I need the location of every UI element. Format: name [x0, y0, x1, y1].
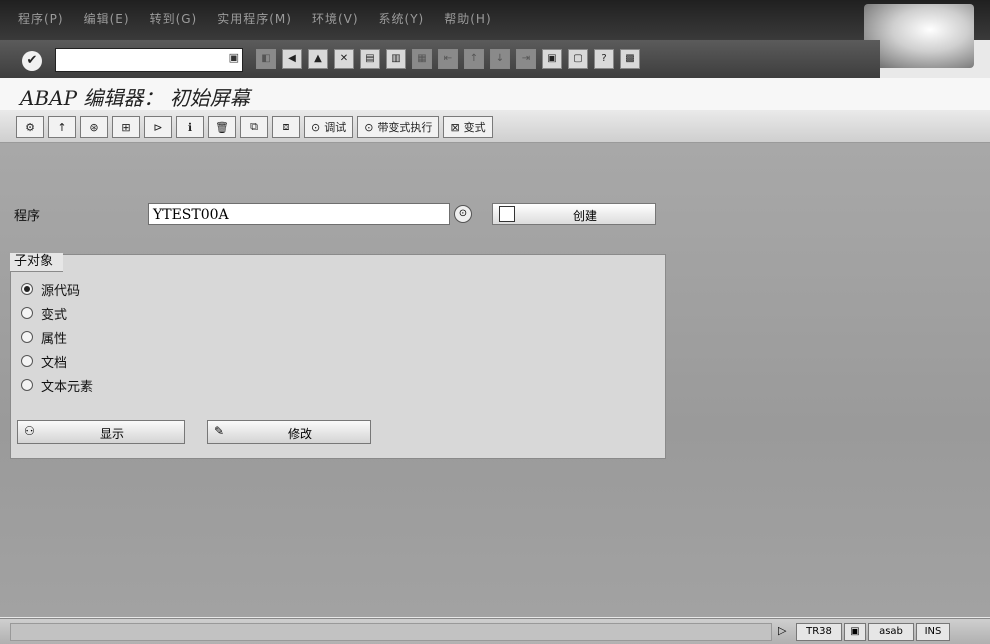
menu-help[interactable]: 帮助(H)	[444, 10, 491, 27]
menu-bar: 程序(P) 编辑(E) 转到(G) 实用程序(M) 环境(V) 系统(Y) 帮助…	[0, 0, 990, 68]
save-icon[interactable]: ◧	[256, 49, 276, 69]
cancel-icon[interactable]: ✕	[334, 49, 354, 69]
enter-check-icon[interactable]: ✔	[22, 51, 42, 71]
radio-label: 源代码	[41, 283, 81, 299]
glasses-icon: ⚇	[24, 424, 35, 438]
check-syntax-icon[interactable]: ⊛	[80, 116, 108, 138]
subobject-radio-list: 源代码 变式 属性 文档 文本元素	[21, 277, 93, 397]
subobjects-group: 子对象 源代码 变式 属性 文档 文本元素 ⚇ 显示 ✎ 修改	[10, 253, 666, 459]
up-icon[interactable]: ↑	[48, 116, 76, 138]
prev-page-icon[interactable]: ↑	[464, 49, 484, 69]
layout-icon[interactable]: ▩	[620, 49, 640, 69]
variant-icon: ⊠	[450, 120, 460, 134]
menu-program[interactable]: 程序(P)	[18, 10, 64, 27]
display-label: 显示	[100, 427, 125, 441]
page-title: ABAP 编辑器： 初始屏幕	[20, 86, 250, 110]
system-info-icon[interactable]: ▣	[844, 623, 866, 641]
system-id: TR38	[796, 623, 842, 641]
radio-variants[interactable]: 变式	[21, 301, 93, 325]
find-next-icon[interactable]: ▦	[412, 49, 432, 69]
info-icon[interactable]: ℹ	[176, 116, 204, 138]
title-bar: ABAP 编辑器： 初始屏幕	[0, 78, 990, 110]
radio-label: 属性	[41, 331, 68, 347]
first-page-icon[interactable]: ⇤	[438, 49, 458, 69]
radio-button[interactable]	[21, 379, 33, 391]
menu-environment[interactable]: 环境(V)	[312, 10, 359, 27]
pencil-icon: ✎	[214, 424, 225, 438]
execute-with-variant-button[interactable]: ⊙ 带变式执行	[357, 116, 440, 138]
menu-edit[interactable]: 编辑(E)	[84, 10, 130, 27]
delete-icon[interactable]: 🗑	[208, 116, 236, 138]
variant-label: 变式	[463, 121, 486, 134]
client-server: asab	[868, 623, 914, 641]
find-icon[interactable]: ▥	[386, 49, 406, 69]
execute-with-variant-label: 带变式执行	[377, 121, 433, 134]
menu: 程序(P) 编辑(E) 转到(G) 实用程序(M) 环境(V) 系统(Y) 帮助…	[18, 10, 492, 27]
debug-icon: ⊙	[311, 120, 321, 134]
create-label: 创建	[573, 209, 598, 223]
sap-logo-icon	[864, 4, 974, 68]
activate-icon[interactable]: ⊳	[144, 116, 172, 138]
subobjects-title: 子对象	[10, 253, 64, 272]
radio-label: 文本元素	[41, 379, 94, 395]
radio-attributes[interactable]: 属性	[21, 325, 93, 349]
menu-utilities[interactable]: 实用程序(M)	[217, 10, 292, 27]
display-button[interactable]: ⚇ 显示	[17, 420, 185, 444]
radio-label: 变式	[41, 307, 68, 323]
new-document-icon	[499, 206, 515, 222]
create-button[interactable]: 创建	[492, 203, 656, 225]
copy-icon[interactable]: ⧉	[240, 116, 268, 138]
variant-button[interactable]: ⊠ 变式	[443, 116, 493, 138]
standard-toolbar-icons: ◧ ◀ ▲ ✕ ▤ ▥ ▦ ⇤ ↑ ↓ ⇥ ▣ ▢ ? ▩	[256, 49, 640, 69]
back-icon[interactable]: ◀	[282, 49, 302, 69]
command-history-icon[interactable]: ▣	[229, 51, 239, 64]
change-button[interactable]: ✎ 修改	[207, 420, 371, 444]
radio-documentation[interactable]: 文档	[21, 349, 93, 373]
debug-label: 调试	[324, 121, 347, 134]
radio-text-elements[interactable]: 文本元素	[21, 373, 93, 397]
status-arrow-icon[interactable]: ▷	[778, 624, 786, 637]
radio-button[interactable]	[21, 355, 33, 367]
new-session-icon[interactable]: ▣	[542, 49, 562, 69]
standard-toolbar: ✔ ▣ ◧ ◀ ▲ ✕ ▤ ▥ ▦ ⇤ ↑ ↓ ⇥ ▣ ▢ ? ▩	[0, 40, 880, 78]
last-page-icon[interactable]: ⇥	[516, 49, 536, 69]
application-toolbar: ⚙ ↑ ⊛ ⊞ ⊳ ℹ 🗑 ⧉ ⧈ ⊙ 调试 ⊙ 带变式执行 ⊠ 变式	[0, 112, 990, 143]
radio-button[interactable]	[21, 331, 33, 343]
status-bar: ▷ TR38 ▣ asab INS	[0, 618, 990, 644]
radio-source-code[interactable]: 源代码	[21, 277, 93, 301]
program-input[interactable]: YTEST00A	[148, 203, 450, 225]
rename-icon[interactable]: ⧈	[272, 116, 300, 138]
work-area: 程序 YTEST00A ⊙ 创建 子对象 源代码 变式 属性 文档 文本元素 ⚇…	[0, 143, 990, 617]
program-label: 程序	[14, 209, 41, 224]
print-icon[interactable]: ▤	[360, 49, 380, 69]
help-icon[interactable]: ?	[594, 49, 614, 69]
radio-button-selected[interactable]	[21, 283, 33, 295]
next-page-icon[interactable]: ↓	[490, 49, 510, 69]
execute-icon: ⊙	[364, 120, 374, 134]
radio-label: 文档	[41, 355, 68, 371]
status-message	[10, 623, 772, 641]
application-toolbar-row: ⚙ ↑ ⊛ ⊞ ⊳ ℹ 🗑 ⧉ ⧈ ⊙ 调试 ⊙ 带变式执行 ⊠ 变式	[16, 116, 493, 138]
insert-mode: INS	[916, 623, 950, 641]
hierarchy-icon[interactable]: ⊞	[112, 116, 140, 138]
debug-button[interactable]: ⊙ 调试	[304, 116, 354, 138]
where-used-icon[interactable]: ⚙	[16, 116, 44, 138]
radio-button[interactable]	[21, 307, 33, 319]
exit-icon[interactable]: ▲	[308, 49, 328, 69]
value-help-icon[interactable]: ⊙	[454, 205, 472, 223]
change-label: 修改	[288, 427, 313, 441]
shortcut-icon[interactable]: ▢	[568, 49, 588, 69]
menu-goto[interactable]: 转到(G)	[150, 10, 198, 27]
command-field[interactable]: ▣	[55, 48, 243, 72]
menu-system[interactable]: 系统(Y)	[379, 10, 425, 27]
